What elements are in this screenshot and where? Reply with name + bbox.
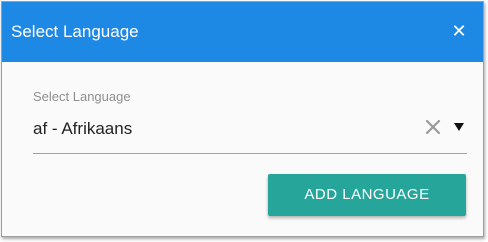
caret-down-icon[interactable] bbox=[454, 123, 464, 131]
language-select-value[interactable]: af - Afrikaans bbox=[33, 119, 132, 139]
close-icon[interactable]: ✕ bbox=[449, 20, 469, 42]
dialog-title: Select Language bbox=[11, 22, 139, 41]
language-select[interactable]: Select Language af - Afrikaans bbox=[33, 86, 467, 154]
dialog-header: Select Language ✕ bbox=[2, 2, 483, 62]
add-language-button[interactable]: ADD LANGUAGE bbox=[268, 174, 466, 216]
clear-icon[interactable] bbox=[424, 118, 442, 136]
select-language-dialog: Select Language ✕ Select Language af - A… bbox=[1, 1, 484, 237]
language-select-label: Select Language bbox=[33, 89, 131, 104]
select-underline bbox=[33, 153, 467, 154]
